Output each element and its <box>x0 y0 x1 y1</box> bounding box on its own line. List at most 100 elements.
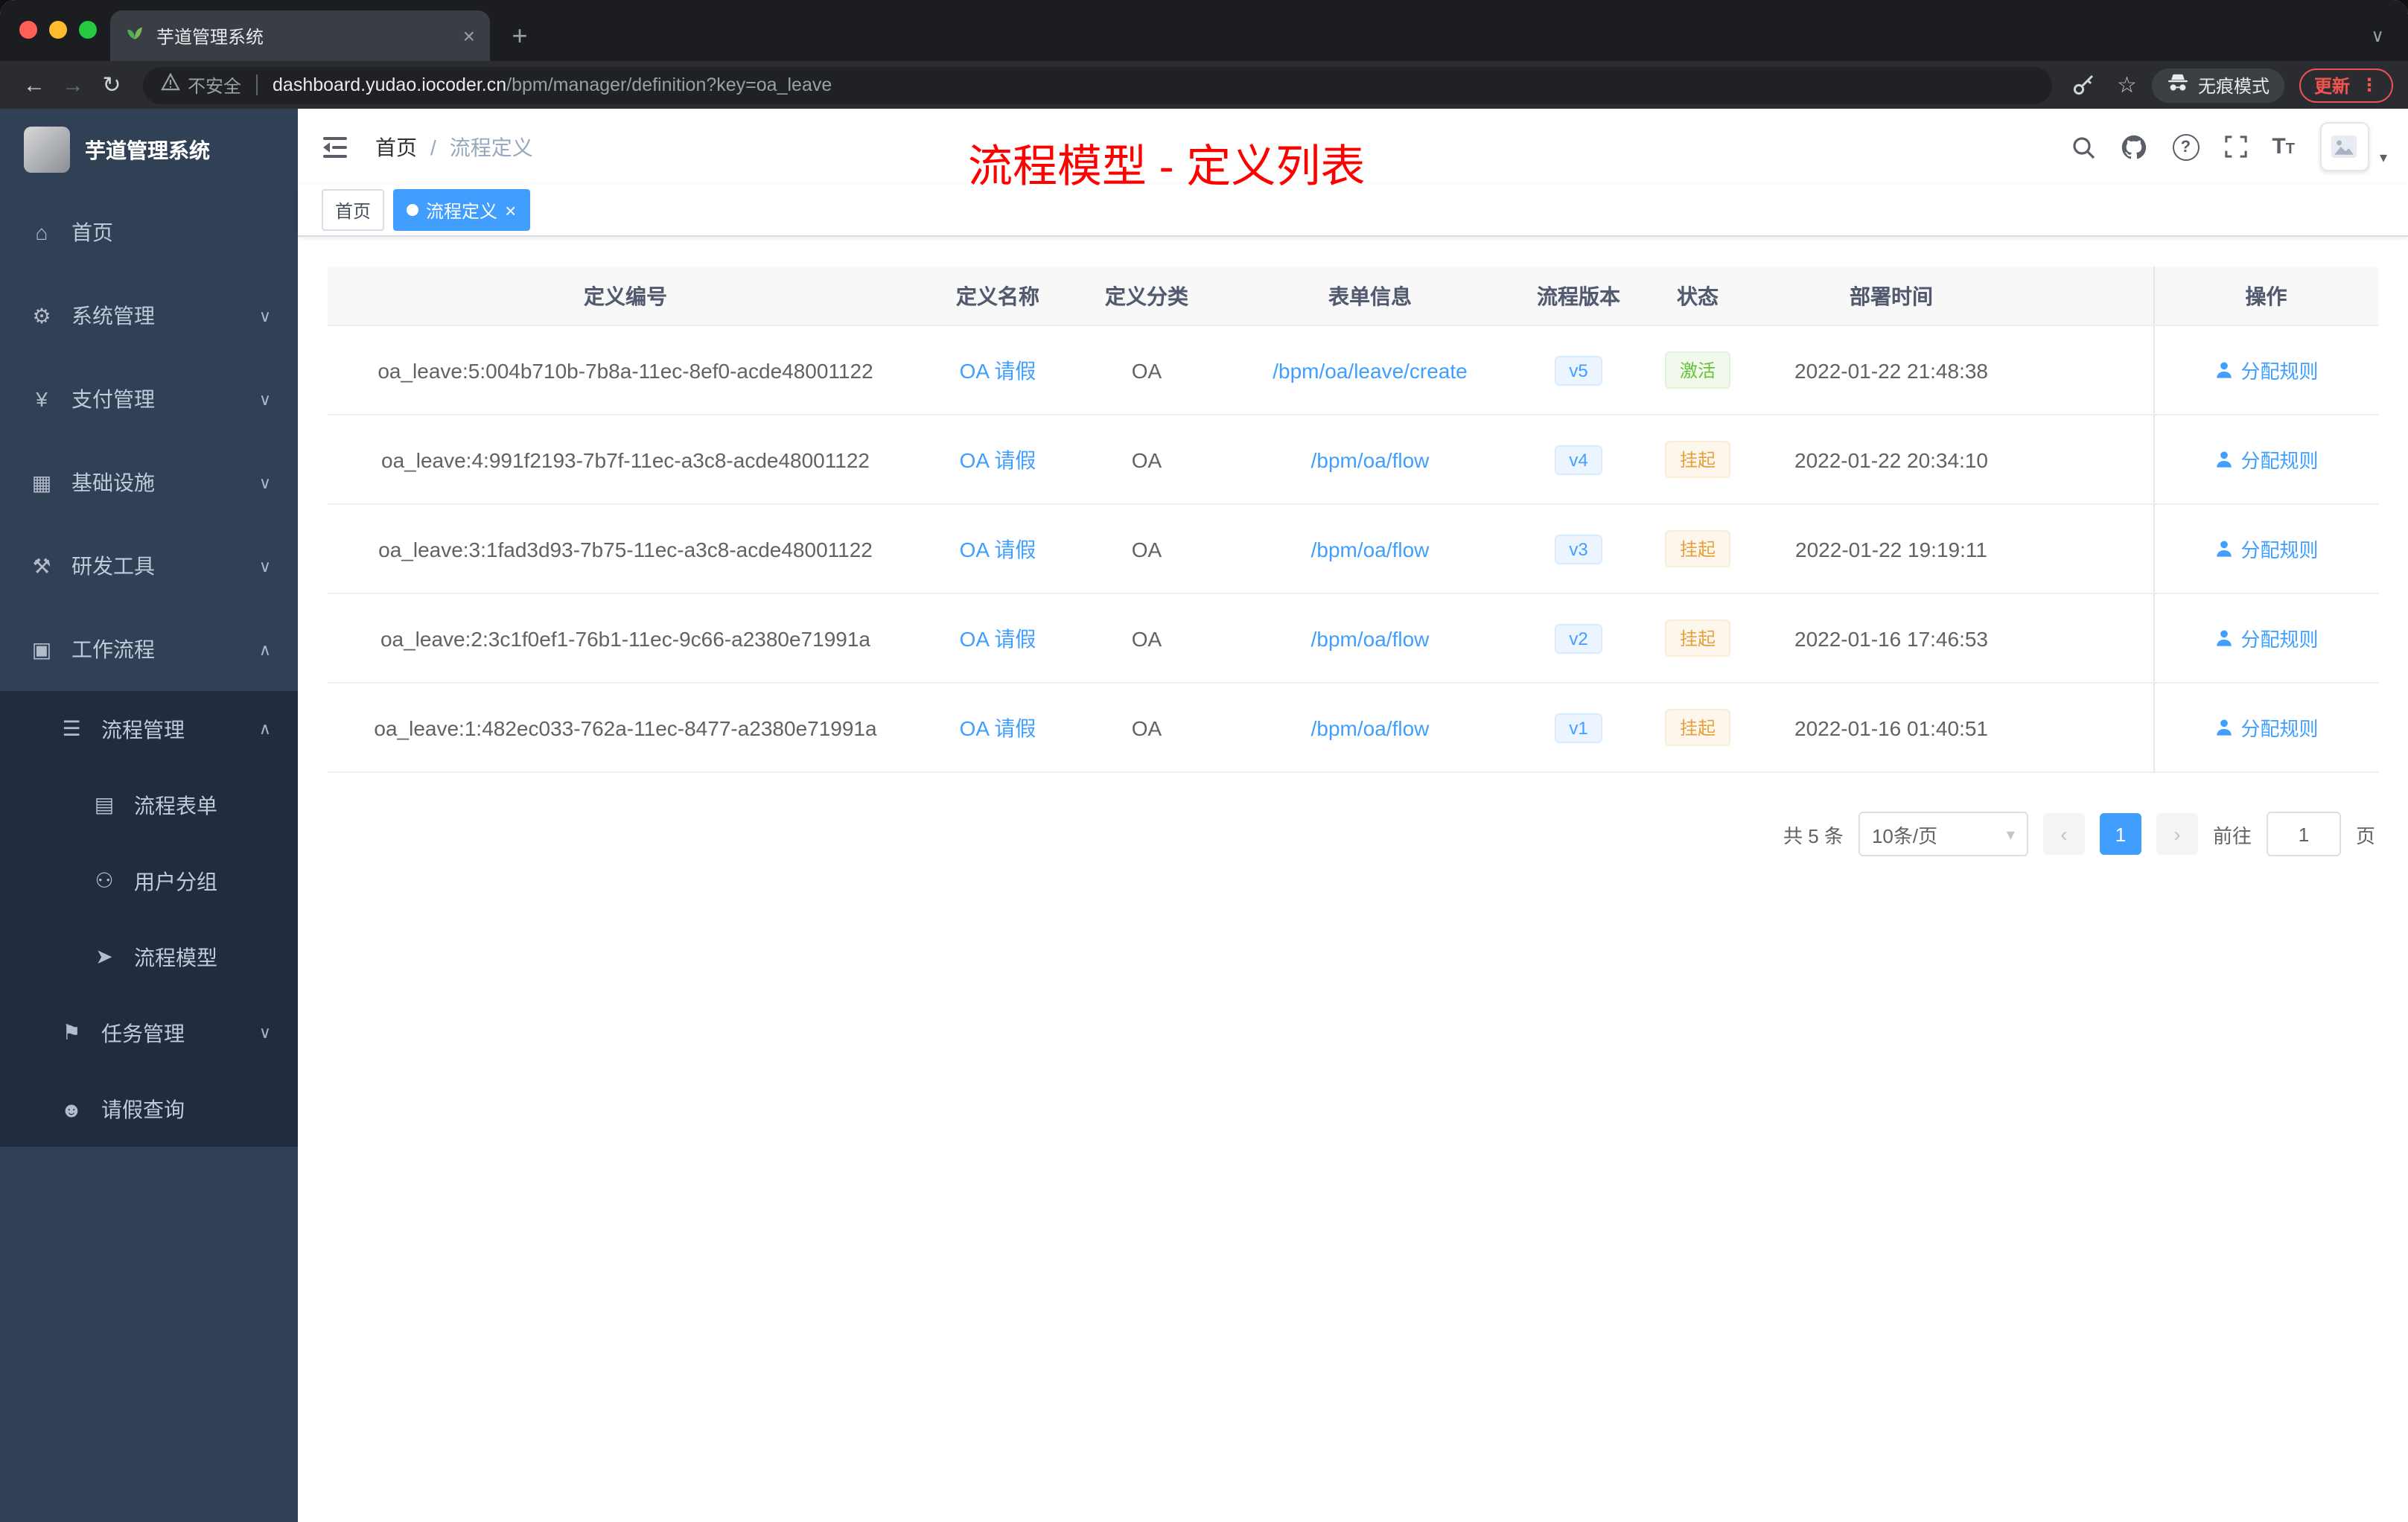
col-form-info: 表单信息 <box>1221 267 1519 326</box>
status-badge: 挂起 <box>1664 620 1730 657</box>
search-icon[interactable] <box>2071 135 2095 159</box>
cell-definition-category: OA <box>1072 415 1221 505</box>
help-icon[interactable]: ? <box>2172 133 2200 160</box>
minimize-window-button[interactable] <box>49 21 67 39</box>
form-link[interactable]: /bpm/oa/flow <box>1311 537 1430 561</box>
fullscreen-icon[interactable] <box>2224 136 2246 158</box>
menu-item-icon: ⚒ <box>32 553 51 577</box>
cell-status: 挂起 <box>1638 504 1757 594</box>
github-icon[interactable] <box>2120 133 2147 160</box>
assign-rule-label: 分配规则 <box>2240 539 2319 561</box>
sidebar-menu-item[interactable]: ☻ 请假查询 <box>0 1071 298 1147</box>
form-link[interactable]: /bpm/oa/flow <box>1311 626 1430 650</box>
sidebar-menu-item[interactable]: ▤ 流程表单 <box>0 767 298 843</box>
next-page-button[interactable]: › <box>2156 813 2198 855</box>
cell-definition-name: OA 请假 <box>923 593 1072 684</box>
menu-item-icon: ▣ <box>31 637 52 660</box>
browser-menu-icon[interactable]: ⋮ <box>2360 74 2378 95</box>
active-dot <box>407 204 419 216</box>
hamburger-icon[interactable] <box>319 130 351 163</box>
sidebar-menu-item[interactable]: ☰ 流程管理 ∧ <box>0 691 298 767</box>
sidebar-menu-item[interactable]: ⚑ 任务管理 ∨ <box>0 995 298 1071</box>
assign-rule-label: 分配规则 <box>2240 360 2319 383</box>
page-size-select[interactable]: 10条/页 ▾ <box>1858 812 2028 856</box>
address-bar[interactable]: 不安全 dashboard.yudao.iocoder.cn/bpm/manag… <box>143 66 2052 104</box>
avatar-caret-icon[interactable]: ▾ <box>2380 150 2387 167</box>
security-warning-label[interactable]: 不安全 <box>188 72 241 98</box>
breadcrumb-home[interactable]: 首页 <box>375 132 417 162</box>
reload-button[interactable]: ↻ <box>92 66 131 104</box>
close-window-button[interactable] <box>19 21 37 39</box>
view-tag[interactable]: 首页 <box>322 189 385 231</box>
update-button[interactable]: 更新 ⋮ <box>2299 68 2393 102</box>
form-link[interactable]: /bpm/oa/flow <box>1311 448 1430 471</box>
assign-rule-link[interactable]: 分配规则 <box>2214 624 2319 652</box>
page-unit-label: 页 <box>2355 824 2375 847</box>
cell-actions: 分配规则 <box>2153 683 2378 773</box>
sidebar-menu-item[interactable]: ▦ 基础设施 ∨ <box>0 441 298 524</box>
tab-search-icon[interactable]: ∨ <box>2371 25 2384 46</box>
bookmark-star-icon[interactable]: ☆ <box>2117 71 2137 98</box>
cell-definition-category: OA <box>1072 325 1221 415</box>
pagination-total: 共 5 条 <box>1783 824 1844 847</box>
cell-deploy-time: 2022-01-16 17:46:53 <box>1757 593 2025 684</box>
sidebar-logo[interactable]: 芋道管理系统 <box>0 109 298 191</box>
user-avatar[interactable] <box>2319 122 2369 171</box>
browser-tab[interactable]: 芋道管理系统 × <box>110 10 490 61</box>
user-icon <box>2216 541 2232 557</box>
sidebar-menu-item[interactable]: ▣ 工作流程 ∧ <box>0 608 298 691</box>
col-process-version: 流程版本 <box>1519 267 1638 326</box>
main-panel: 流程模型 - 定义列表 首页 / 流程定义 ? T T ▾ 首页 流程定义 × … <box>298 109 2408 1522</box>
sidebar-menu: ⌂ 首页 ⚙ 系统管理 ∨ ¥ 支付管理 ∨ ▦ 基础设施 ∨ ⚒ 研发工具 ∨… <box>0 191 298 1522</box>
version-badge: v4 <box>1554 445 1603 474</box>
tab-close-icon[interactable]: × <box>463 24 475 48</box>
form-link[interactable]: /bpm/oa/leave/create <box>1273 358 1468 382</box>
table-row: oa_leave:2:3c1f0ef1-76b1-11ec-9c66-a2380… <box>328 593 2378 684</box>
page-number-button[interactable]: 1 <box>2099 813 2141 855</box>
sidebar-menu-item[interactable]: ⚙ 系统管理 ∨ <box>0 274 298 357</box>
navbar-right-icons: ? TT ▾ <box>2071 122 2387 171</box>
col-definition-id: 定义编号 <box>328 267 923 326</box>
prev-page-button[interactable]: ‹ <box>2042 813 2085 855</box>
menu-item-label: 流程表单 <box>134 793 217 817</box>
assign-rule-link[interactable]: 分配规则 <box>2214 356 2319 384</box>
cell-filler <box>2025 593 2153 684</box>
view-tag[interactable]: 流程定义 × <box>393 189 530 231</box>
goto-page-input[interactable] <box>2266 812 2341 856</box>
breadcrumb-separator: / <box>430 135 436 159</box>
cell-definition-name: OA 请假 <box>923 415 1072 505</box>
sidebar-menu-item[interactable]: ⚒ 研发工具 ∨ <box>0 524 298 608</box>
font-size-icon[interactable]: TT <box>2272 134 2295 159</box>
breadcrumb-current: 流程定义 <box>449 135 533 159</box>
assign-rule-link[interactable]: 分配规则 <box>2214 713 2319 742</box>
form-link[interactable]: /bpm/oa/flow <box>1311 716 1430 739</box>
definition-name-link[interactable]: OA 请假 <box>960 358 1036 382</box>
cell-process-version: v3 <box>1519 504 1638 594</box>
window-controls <box>19 21 97 39</box>
assign-rule-link[interactable]: 分配规则 <box>2214 535 2319 563</box>
definition-name-link[interactable]: OA 请假 <box>960 716 1036 739</box>
user-icon <box>2216 630 2232 646</box>
new-tab-button[interactable]: + <box>499 15 541 57</box>
forward-button[interactable]: → <box>54 66 92 104</box>
assign-rule-link[interactable]: 分配规则 <box>2214 445 2319 474</box>
incognito-label: 无痕模式 <box>2197 75 2270 96</box>
chevron-icon: ∧ <box>258 641 271 659</box>
sidebar-menu-item[interactable]: ⌂ 首页 <box>0 191 298 274</box>
maximize-window-button[interactable] <box>79 21 97 39</box>
sidebar: 芋道管理系统 ⌂ 首页 ⚙ 系统管理 ∨ ¥ 支付管理 ∨ ▦ 基础设施 ∨ ⚒… <box>0 109 298 1522</box>
sidebar-menu-item[interactable]: ¥ 支付管理 ∨ <box>0 357 298 441</box>
chevron-icon: ∨ <box>258 391 271 409</box>
password-key-icon[interactable] <box>2063 66 2102 104</box>
assign-rule-label: 分配规则 <box>2240 718 2319 740</box>
logo-title: 芋道管理系统 <box>85 138 210 162</box>
sidebar-menu-item[interactable]: ➤ 流程模型 <box>0 919 298 995</box>
tag-close-icon[interactable]: × <box>505 200 516 220</box>
definition-name-link[interactable]: OA 请假 <box>960 537 1036 561</box>
sidebar-menu-item[interactable]: ⚇ 用户分组 <box>0 843 298 919</box>
definition-table: 定义编号 定义名称 定义分类 表单信息 流程版本 状态 部署时间 操作 oa_l… <box>328 267 2378 773</box>
back-button[interactable]: ← <box>15 66 54 104</box>
definition-name-link[interactable]: OA 请假 <box>960 626 1036 650</box>
definition-name-link[interactable]: OA 请假 <box>960 448 1036 471</box>
menu-item-icon: ☻ <box>60 1097 83 1121</box>
